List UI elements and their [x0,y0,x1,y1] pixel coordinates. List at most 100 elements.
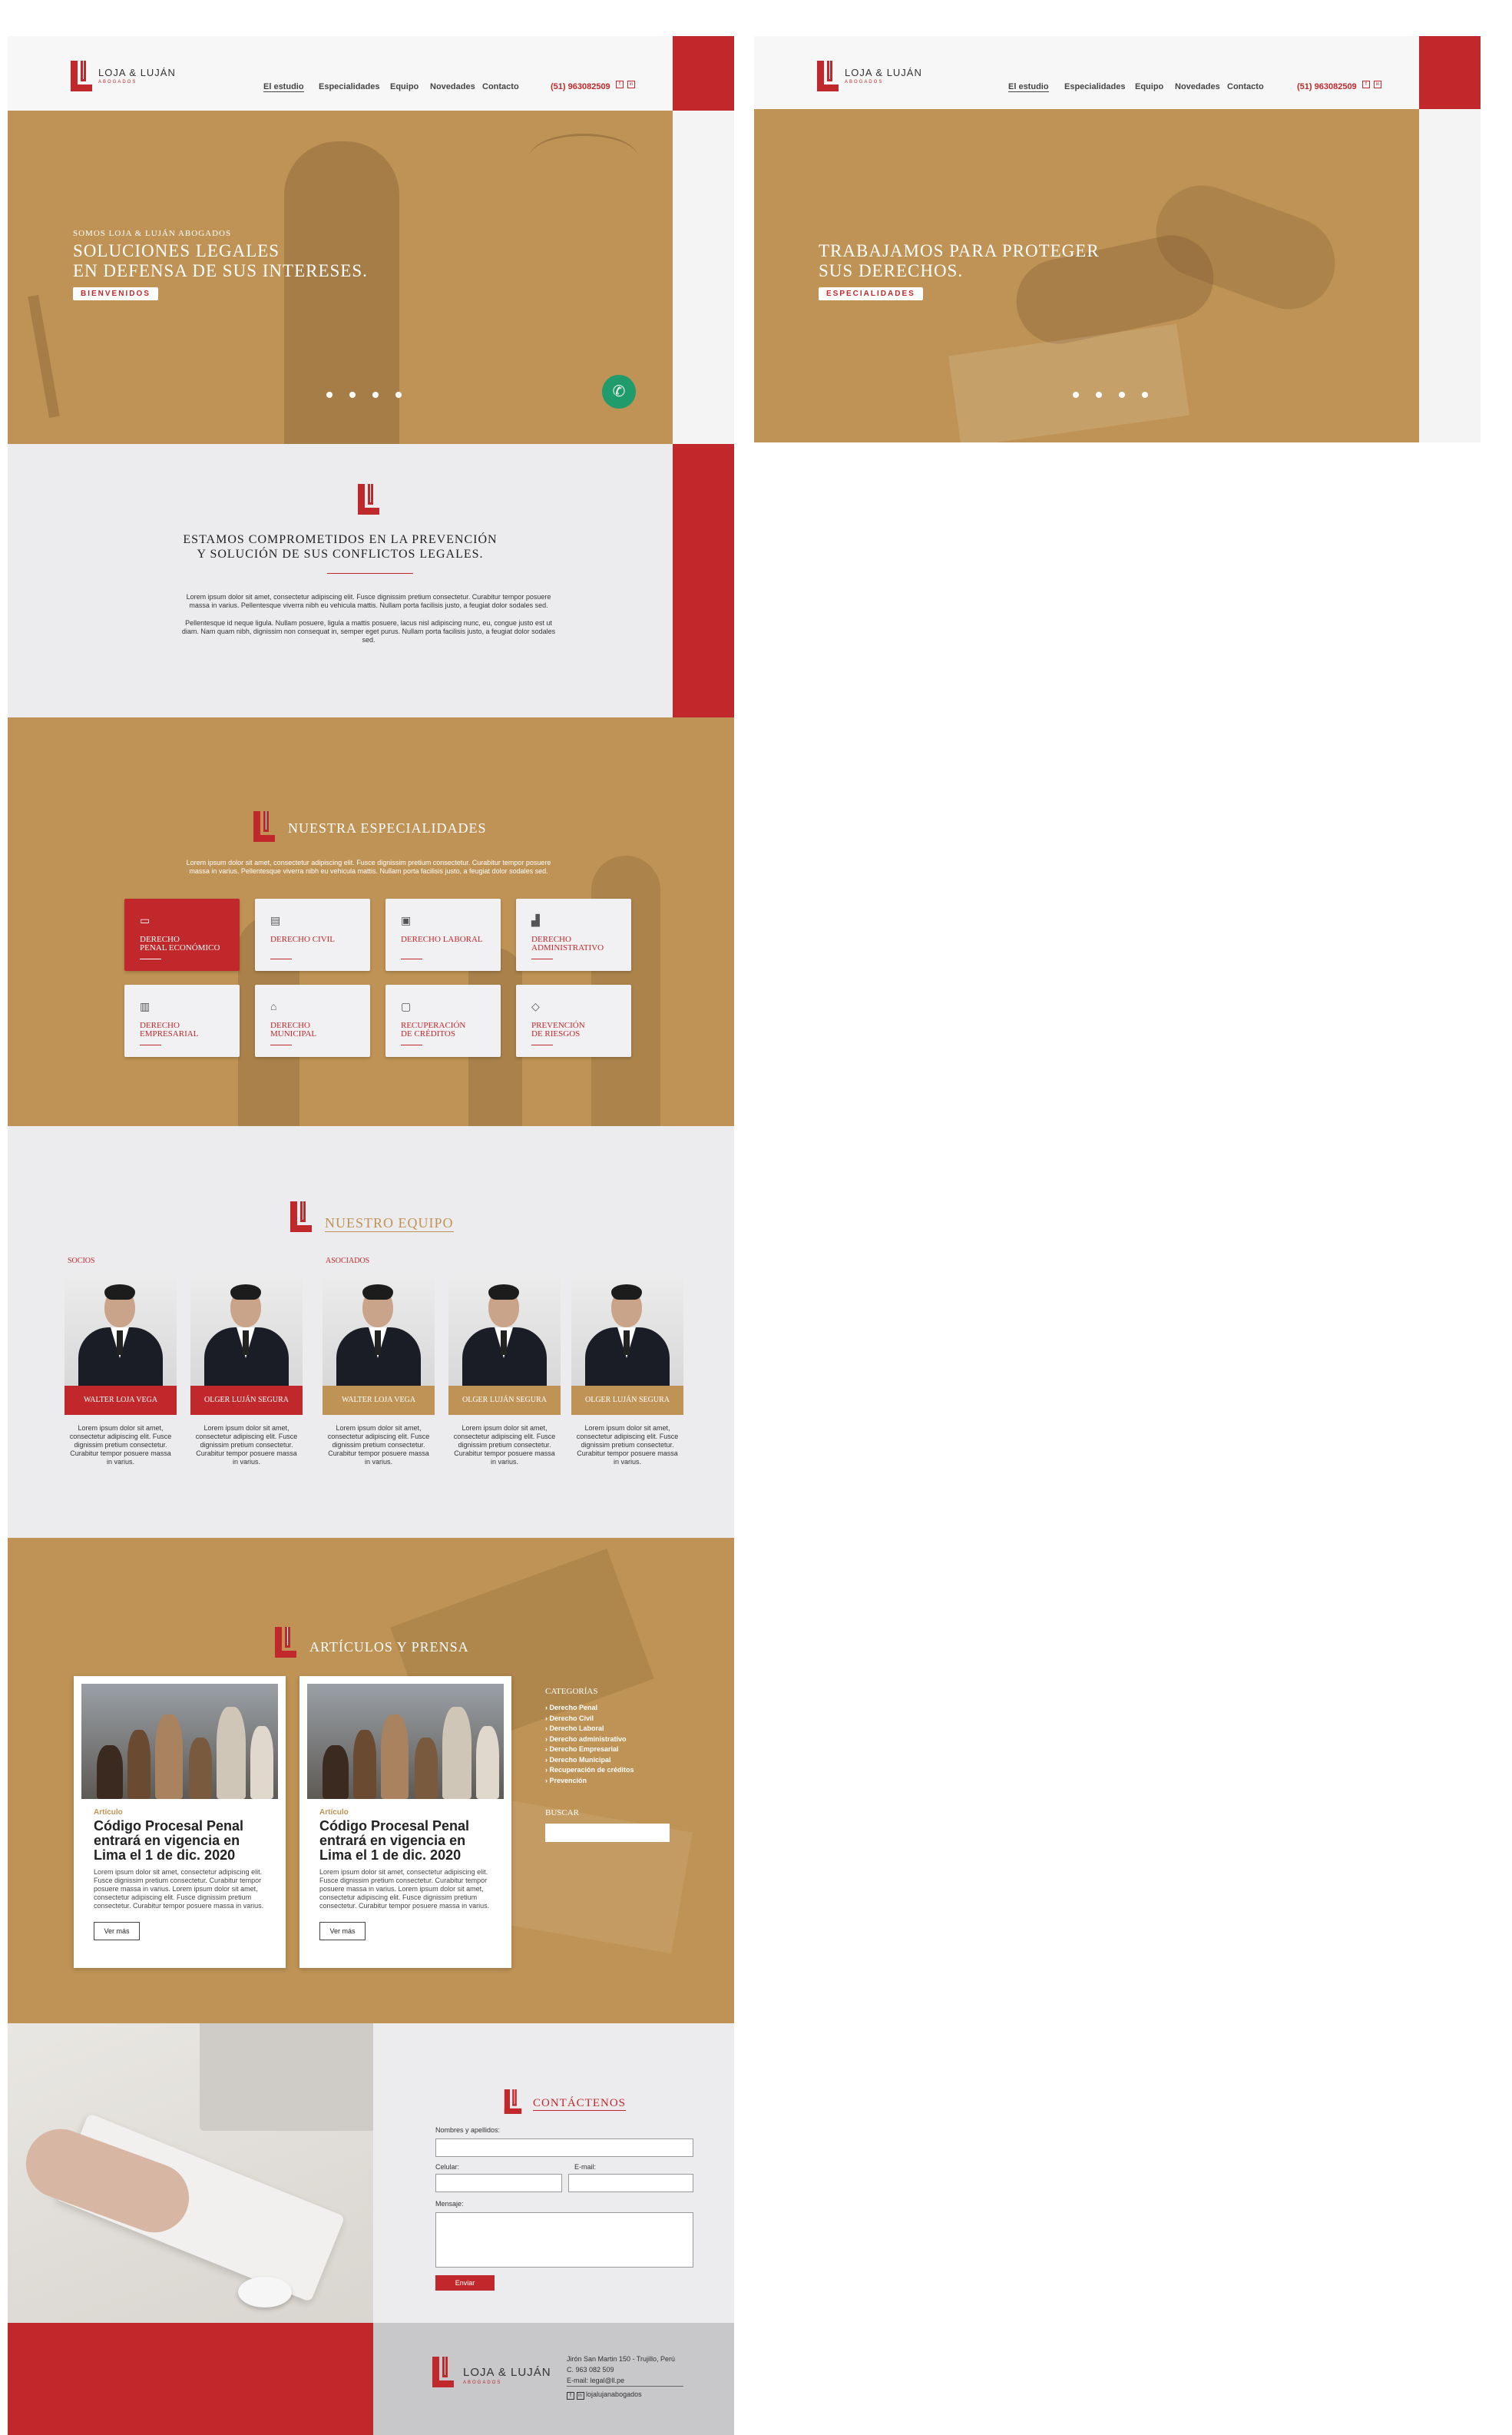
chevron-right-icon: › [545,1714,548,1722]
category-link[interactable]: › Prevención [545,1777,587,1784]
hero-welcome-button[interactable]: BIENVENIDOS [73,287,158,300]
logo-2[interactable]: LOJA & LUJÁN ABOGADOS [817,61,940,93]
member-bio: Lorem ipsum dolor sit amet, consectetur … [327,1424,430,1466]
member-bio: Lorem ipsum dolor sit amet, consectetur … [453,1424,556,1466]
chevron-right-icon: › [545,1755,548,1764]
category-link[interactable]: › Derecho administrativo [545,1735,627,1743]
category-link[interactable]: › Derecho Empresarial [545,1745,619,1753]
facebook-icon[interactable]: f [616,81,624,88]
carousel2-dot-1[interactable] [1073,392,1079,398]
nav-especialidades[interactable]: Especialidades [1064,82,1126,91]
article-image [81,1684,278,1799]
article-title[interactable]: Código Procesal Penal entrará en vigenci… [94,1819,270,1863]
linkedin-icon[interactable]: in [1374,81,1381,88]
search-input[interactable] [545,1824,670,1842]
nav-phone[interactable]: (51) 963082509 [551,82,610,91]
monitor-silhouette [200,2023,373,2131]
specialty-card[interactable]: ▤ DERECHO CIVIL [255,899,370,971]
articles-logo-icon [275,1627,296,1658]
intro-paragraph-1: Lorem ipsum dolor sit amet, consectetur … [186,593,551,609]
carousel2-dot-4[interactable] [1142,392,1148,398]
article-tag: Artículo [94,1808,123,1817]
nav-contacto[interactable]: Contacto [482,82,519,91]
specialty-card[interactable]: ▭ DERECHO PENAL ECONÓMICO [124,899,240,971]
nav-novedades[interactable]: Novedades [1175,82,1220,91]
specialty-label: DERECHO PENAL ECONÓMICO [140,935,220,952]
specialty-card[interactable]: ▢ RECUPERACIÓN DE CRÉDITOS [385,985,501,1057]
team-member[interactable]: WALTER LOJA VEGA Lorem ipsum dolor sit am… [323,1274,435,1466]
footer-address: Jirón San Martin 150 - Trujillo, Perú [567,2355,676,2363]
specialty-card[interactable]: ▥ DERECHO EMPRESARIAL [124,985,240,1057]
carousel2-dot-2[interactable] [1096,392,1102,398]
facebook-icon[interactable]: f [567,2392,574,2400]
chart-icon: ▟ [531,914,540,926]
carousel-dot-3[interactable] [372,392,379,398]
nav-equipo[interactable]: Equipo [1135,82,1163,91]
category-link[interactable]: › Derecho Laboral [545,1724,604,1732]
specialty-card[interactable]: ▟ DERECHO ADMINISTRATIVO [516,899,631,971]
linkedin-icon[interactable]: in [627,81,635,88]
article-card[interactable]: Artículo Código Procesal Penal entrará en… [299,1676,511,1968]
team-member[interactable]: WALTER LOJA VEGA Lorem ipsum dolor sit am… [65,1274,177,1466]
footer-social[interactable]: f in lojalujanabogados [567,2390,642,2400]
category-link[interactable]: › Derecho Municipal [545,1756,611,1764]
specialty-label: DERECHO MUNICIPAL [270,1021,317,1039]
nav-el-estudio[interactable]: El estudio [1008,82,1049,92]
carousel-dot-2[interactable] [349,392,356,398]
read-more-button[interactable]: Ver más [319,1922,366,1940]
team-member[interactable]: OLGER LUJÁN SEGURA Lorem ipsum dolor sit … [571,1274,683,1466]
facebook-icon[interactable]: f [1362,81,1370,88]
header-side-strip [673,111,734,444]
intro-logo-icon [358,484,379,515]
brand-tagline: ABOGADOS [463,2380,502,2385]
carousel-dot-4[interactable] [395,392,402,398]
category-link[interactable]: › Recuperación de créditos [545,1766,634,1774]
specialty-card[interactable]: ⌂ DERECHO MUNICIPAL [255,985,370,1057]
specialty-card[interactable]: ◇ PREVENCIÓN DE RIESGOS [516,985,631,1057]
hero2-specialties-button[interactable]: ESPECIALIDADES [819,287,923,300]
building-icon: ▥ [140,1000,151,1012]
message-field[interactable] [435,2212,693,2268]
contact-logo-icon [504,2089,522,2114]
message-label: Mensaje: [435,2200,464,2208]
member-name: WALTER LOJA VEGA [323,1386,435,1415]
whatsapp-button[interactable]: ✆ [602,375,636,409]
logo-mark-icon [817,61,839,91]
team-member[interactable]: OLGER LUJÁN SEGURA Lorem ipsum dolor sit … [448,1274,561,1466]
nav-contacto[interactable]: Contacto [1227,82,1264,91]
contact-image [8,2023,373,2323]
nav-equipo[interactable]: Equipo [390,82,419,91]
intro-accent [673,444,734,717]
logo[interactable]: LOJA & LUJÁN ABOGADOS [71,61,194,93]
carousel2-dot-3[interactable] [1119,392,1125,398]
nav-especialidades[interactable]: Especialidades [319,82,380,91]
nav-novedades[interactable]: Novedades [430,82,475,91]
search-title: BUSCAR [545,1808,580,1817]
paper-silhouette [948,323,1189,442]
nav-el-estudio[interactable]: El estudio [263,82,304,92]
intro-paragraph-2: Pellentesque id neque ligula. Nullam pos… [181,619,556,644]
footer-logo[interactable]: LOJA & LUJÁN ABOGADOS [432,2357,555,2389]
article-tag: Artículo [319,1808,349,1817]
article-card[interactable]: Artículo Código Procesal Penal entrará en… [74,1676,286,1968]
hero-title-line2: EN DEFENSA DE SUS INTERESES. [73,261,368,280]
read-more-button[interactable]: Ver más [94,1922,140,1940]
article-title[interactable]: Código Procesal Penal entrará en vigenci… [319,1819,496,1863]
category-link[interactable]: › Derecho Civil [545,1714,594,1722]
chevron-right-icon: › [545,1776,548,1784]
categories-title: CATEGORÍAS [545,1687,598,1696]
category-link[interactable]: › Derecho Penal [545,1704,597,1711]
email-field[interactable] [568,2174,693,2192]
specialty-label: DERECHO ADMINISTRATIVO [531,935,604,952]
specialty-card[interactable]: ▣ DERECHO LABORAL [385,899,501,971]
carousel-dot-1[interactable] [326,392,333,398]
member-photo [448,1274,561,1386]
phone-field[interactable] [435,2174,562,2192]
name-field[interactable] [435,2138,693,2157]
linkedin-icon[interactable]: in [576,2392,584,2400]
team-member[interactable]: OLGER LUJÁN SEGURA Lorem ipsum dolor sit … [190,1274,303,1466]
nav-phone[interactable]: (51) 963082509 [1297,82,1357,91]
footer-email[interactable]: E-mail: legal@ll.pe [567,2377,624,2384]
hero2-title-line1: TRABAJAMOS PARA PROTEGER [819,241,1100,260]
submit-button[interactable]: Enviar [435,2275,495,2291]
